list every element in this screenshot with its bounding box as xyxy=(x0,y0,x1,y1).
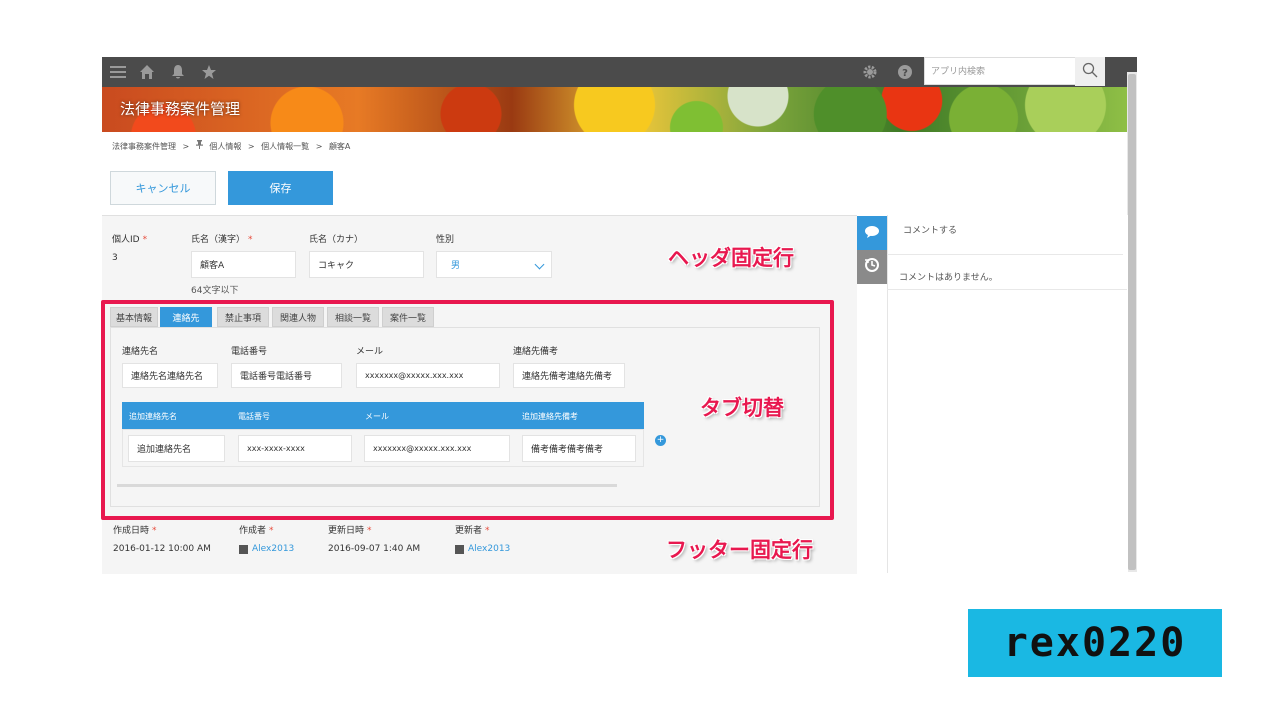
breadcrumb: 法律事務案件管理 > 個人情報 > 個人情報一覧 > 顧客A xyxy=(112,140,354,152)
field-value-id: 3 xyxy=(112,253,118,263)
comment-input[interactable]: コメントする xyxy=(887,217,1123,255)
top-bar: ? アプリ内検索 xyxy=(102,57,1127,87)
creator-link[interactable]: Alex2013 xyxy=(252,544,294,554)
field-label-name-kanji: 氏名（漢字） * xyxy=(191,235,253,245)
name-kanji-input[interactable]: 顧客A xyxy=(191,251,296,278)
search-input[interactable]: アプリ内検索 xyxy=(924,57,1076,85)
comment-tab-button[interactable] xyxy=(857,216,887,250)
user-icon xyxy=(455,545,464,554)
speech-bubble-icon xyxy=(864,224,880,243)
bell-icon[interactable] xyxy=(168,62,188,82)
save-button[interactable]: 保存 xyxy=(228,171,333,205)
annotation-header-fixed: ヘッダ固定行 xyxy=(668,246,794,270)
app-title: 法律事務案件管理 xyxy=(120,100,241,118)
breadcrumb-separator: > xyxy=(315,142,323,151)
gender-selected-value: 男 xyxy=(451,261,461,271)
comment-panel xyxy=(887,215,1128,573)
user-icon xyxy=(239,545,248,554)
svg-text:?: ? xyxy=(902,68,908,79)
annotation-footer-fixed: フッター固定行 xyxy=(666,538,813,562)
updater-link[interactable]: Alex2013 xyxy=(468,544,510,554)
field-label-created-at: 作成日時 * xyxy=(113,526,157,536)
field-label-gender: 性別 xyxy=(436,235,455,245)
breadcrumb-separator: > xyxy=(182,142,190,151)
divider xyxy=(887,289,1127,290)
field-hint: 64文字以下 xyxy=(191,286,239,296)
help-icon[interactable]: ? xyxy=(895,62,915,82)
breadcrumb-separator: > xyxy=(247,142,255,151)
home-icon[interactable] xyxy=(137,62,157,82)
updated-at-value: 2016-09-07 1:40 AM xyxy=(328,544,421,554)
breadcrumb-app[interactable]: 法律事務案件管理 xyxy=(112,142,176,151)
logo-text: rex0220 xyxy=(1003,620,1187,666)
field-label-updated-at: 更新日時 * xyxy=(328,526,372,536)
cancel-button[interactable]: キャンセル xyxy=(110,171,216,205)
history-icon xyxy=(864,257,880,277)
menu-icon[interactable] xyxy=(108,62,128,82)
field-label-id: 個人ID * xyxy=(112,235,148,245)
name-kana-input[interactable]: コキャク xyxy=(309,251,424,278)
breadcrumb-record: 顧客A xyxy=(328,142,351,151)
pin-icon xyxy=(195,140,206,151)
app-banner: 法律事務案件管理 xyxy=(102,87,1127,132)
search-button[interactable] xyxy=(1075,57,1105,86)
breadcrumb-space[interactable]: 個人情報 xyxy=(209,142,241,151)
search-icon xyxy=(1082,62,1098,82)
author-logo: rex0220 xyxy=(968,609,1222,677)
chevron-down-icon xyxy=(534,259,545,270)
field-label-updater: 更新者 * xyxy=(455,526,490,536)
scrollbar-thumb[interactable] xyxy=(1128,74,1136,570)
star-icon[interactable] xyxy=(199,62,219,82)
created-at-value: 2016-01-12 10:00 AM xyxy=(113,544,211,554)
gear-icon[interactable] xyxy=(860,62,880,82)
gender-select[interactable]: 男 xyxy=(436,251,552,278)
annotation-tab-switch: タブ切替 xyxy=(700,396,784,420)
history-tab-button[interactable] xyxy=(857,250,887,284)
field-label-name-kana: 氏名（カナ） xyxy=(309,235,364,245)
field-label-creator: 作成者 * xyxy=(239,526,274,536)
no-comments-text: コメントはありません。 xyxy=(899,273,998,283)
breadcrumb-list[interactable]: 個人情報一覧 xyxy=(261,142,309,151)
